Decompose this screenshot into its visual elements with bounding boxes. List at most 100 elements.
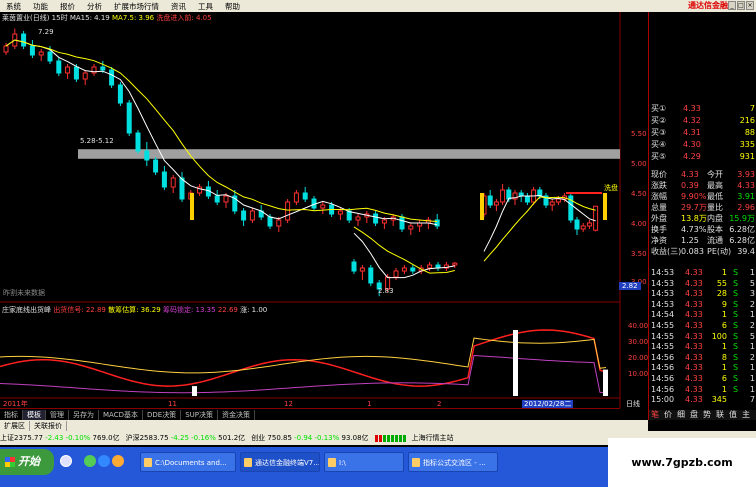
cy-change: -0.94 [294, 434, 313, 442]
tick-time: 14:56 [651, 384, 675, 394]
high-price-label: 7.29 [38, 28, 54, 36]
start-button[interactable]: 开始 [0, 449, 54, 475]
panel-tab[interactable]: 价 [664, 410, 672, 420]
indicator-tab-bar: 指标 模板 管理 另存为 MACD基本 DDE决策 SUP决策 资金决策 [0, 408, 620, 420]
tab-fund[interactable]: 资金决策 [218, 409, 255, 420]
panel-tab[interactable]: 联 [716, 410, 724, 420]
quicklaunch-desktop-icon[interactable] [60, 455, 72, 467]
tick-row[interactable]: 14:56 4.33 1 S 1 [649, 363, 756, 373]
minimize-icon[interactable]: _ [728, 1, 736, 10]
tick-row[interactable]: 14:53 4.33 28 S 3 [649, 289, 756, 299]
candle-body [337, 210, 343, 215]
quicklaunch-browser-icon[interactable] [84, 455, 96, 467]
bid-row[interactable]: 买③ 4.31 88 [649, 128, 756, 138]
tick-count: 5 [749, 331, 755, 341]
tick-side: S [733, 384, 739, 394]
ma15-value: MA15: 4.19 [69, 14, 110, 22]
stat-key: 流通 [707, 236, 723, 245]
period-label[interactable]: 日线 [626, 400, 640, 408]
tab-extension-area[interactable]: 扩展区 [0, 420, 30, 431]
cy-percent: -0.13% [314, 434, 340, 442]
panel-tab[interactable]: 笔 [651, 410, 659, 420]
menu-function[interactable]: 功能 [27, 1, 54, 12]
candle-body [153, 159, 159, 173]
tick-row[interactable]: 14:54 4.33 1 S 1 [649, 310, 756, 320]
tick-row[interactable]: 14:53 4.33 9 S 2 [649, 300, 756, 310]
quicklaunch-media-icon[interactable] [112, 455, 124, 467]
stat-value: 1.25 [681, 236, 699, 245]
tick-price: 4.33 [685, 331, 703, 341]
tick-row[interactable]: 14:55 4.33 6 S 2 [649, 321, 756, 331]
server-station[interactable]: 上海行情主站 [412, 433, 454, 443]
candle-body [214, 195, 220, 203]
tick-row[interactable]: 14:55 4.33 1 S 1 [649, 342, 756, 352]
bid-row[interactable]: 买① 4.33 7 [649, 104, 756, 114]
tick-row[interactable]: 14:55 4.33 100 S 5 [649, 332, 756, 342]
tick-row[interactable]: 14:56 4.33 1 S 1 [649, 385, 756, 395]
chart-area[interactable]: 莱茵置业(日线) 15时 MA15: 4.19 MA7.5: 3.96 洗盘进入… [0, 12, 648, 420]
tick-row[interactable]: 14:53 4.33 55 S 5 [649, 279, 756, 289]
sz-percent: -0.16% [191, 434, 216, 442]
site-watermark: www.7gpzb.com [608, 438, 756, 487]
scatter-value: 散筹估算: 36.29 [108, 306, 161, 314]
tick-row[interactable]: 14:56 4.33 8 S 2 [649, 353, 756, 363]
tab-related-quote[interactable]: 关联报价 [30, 420, 67, 431]
sh-change: -2.43 [45, 434, 64, 442]
ind-axis-40: 40.00 [628, 322, 649, 330]
stat-row: 现价 4.33 今开 3.93 [649, 170, 756, 180]
tick-row[interactable]: 15:00 4.33 345 7 [649, 395, 756, 405]
tick-row[interactable]: 14:53 4.33 1 S 1 [649, 268, 756, 278]
bid-row[interactable]: 买② 4.32 216 [649, 116, 756, 126]
task-tdx-terminal[interactable]: 通达信金融终端V7... [240, 452, 320, 472]
stat-value: 39.4 [737, 247, 755, 256]
task-drive-i[interactable]: I:\ [324, 452, 404, 472]
candle-body [161, 171, 167, 188]
menu-system[interactable]: 系统 [0, 1, 27, 12]
tab-sup[interactable]: SUP决策 [181, 409, 218, 420]
menu-analysis[interactable]: 分析 [81, 1, 108, 12]
bid-row[interactable]: 买⑤ 4.29 931 [649, 152, 756, 162]
tick-volume: 55 [716, 278, 727, 288]
menu-tools[interactable]: 工具 [192, 1, 219, 12]
tick-count: 3 [749, 289, 755, 299]
stat-value: 0.083 [681, 247, 704, 256]
menu-ext-market[interactable]: 扩展市场行情 [108, 1, 165, 12]
menu-info[interactable]: 资讯 [165, 1, 192, 12]
menu-help[interactable]: 帮助 [219, 1, 246, 12]
panel-tab[interactable]: 盘 [690, 410, 698, 420]
tick-price: 4.33 [685, 384, 703, 394]
tick-time: 14:55 [651, 331, 675, 341]
candle-body [267, 216, 273, 227]
tab-template[interactable]: 模板 [23, 409, 46, 420]
quicklaunch-ie-icon[interactable] [98, 455, 110, 467]
panel-tab[interactable]: 值 [729, 410, 737, 420]
maximize-icon[interactable]: □ [737, 1, 745, 10]
tick-count: 1 [749, 268, 755, 277]
tab-indicator[interactable]: 指标 [0, 409, 23, 420]
task-documents[interactable]: C:\Documents and... [140, 452, 236, 472]
task-formula-forum[interactable]: 指标公式交流区 - ... [408, 452, 498, 472]
stat-value: 4.33 [737, 181, 755, 190]
candle-body [381, 219, 387, 224]
tab-macd[interactable]: MACD基本 [99, 409, 143, 420]
bid-row[interactable]: 买④ 4.30 335 [649, 140, 756, 150]
indicator-name: 庄家底线出货峰 [2, 306, 51, 314]
tab-dde[interactable]: DDE决策 [143, 409, 182, 420]
candle-body [302, 192, 308, 200]
panel-tab[interactable]: 细 [677, 410, 685, 420]
menu-quote[interactable]: 报价 [54, 1, 81, 12]
candle-body [320, 204, 326, 209]
panel-tab[interactable]: 主 [742, 410, 750, 420]
tick-row[interactable]: 14:56 4.33 6 S 1 [649, 374, 756, 384]
panel-tab[interactable]: 势 [703, 410, 711, 420]
tick-volume: 1 [721, 310, 727, 320]
sh-amount: 769.0亿 [92, 434, 120, 442]
candlestick-chart[interactable] [0, 12, 648, 408]
close-icon[interactable]: × [746, 1, 754, 10]
tab-save-as[interactable]: 另存为 [69, 409, 99, 420]
tick-side: S [733, 278, 739, 288]
candle-body [408, 225, 414, 230]
tab-manage[interactable]: 管理 [46, 409, 69, 420]
bid-label: 买③ [651, 128, 667, 137]
sz-amount: 501.2亿 [218, 434, 246, 442]
